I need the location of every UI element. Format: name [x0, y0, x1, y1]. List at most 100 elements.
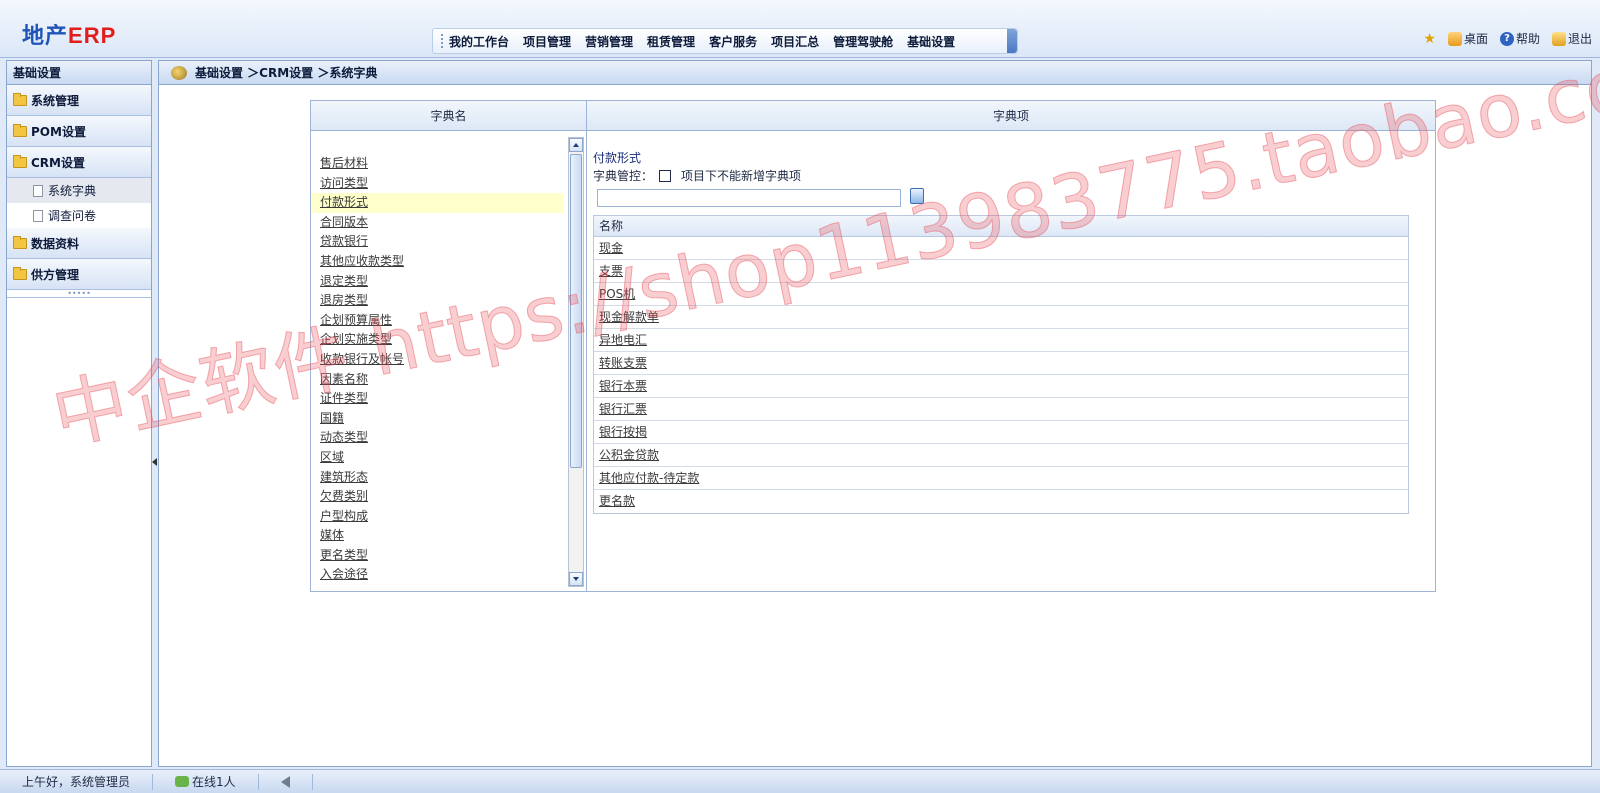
- add-item-icon[interactable]: [910, 188, 924, 204]
- status-greeting: 上午好，系统管理员: [22, 774, 131, 789]
- dictionary-name-item[interactable]: 户型构成: [311, 507, 563, 527]
- dictionary-name-item[interactable]: 售后材料: [311, 154, 563, 174]
- breadcrumb-text: 基础设置 ＞CRM设置 ＞系统字典: [195, 66, 378, 80]
- sidebar-resize-handle[interactable]: •••••: [7, 290, 151, 298]
- status-online-cell[interactable]: 在线1人: [153, 773, 259, 790]
- dictionary-name-item[interactable]: 其他应收款类型: [311, 252, 563, 272]
- sidebar-group-label: 系统管理: [31, 93, 80, 108]
- logo-text-en: ERP: [68, 23, 117, 48]
- dictionary-name-item[interactable]: 建筑形态: [311, 468, 563, 488]
- nav-project[interactable]: 项目管理: [523, 33, 571, 50]
- no-new-items-checkbox[interactable]: [659, 169, 672, 182]
- help-link-label: 帮助: [1515, 32, 1540, 46]
- chat-icon: [175, 776, 190, 787]
- table-row[interactable]: 其他应付款-待定款: [594, 467, 1408, 490]
- nav-customer-service[interactable]: 客户服务: [709, 33, 757, 50]
- help-link[interactable]: ? 帮助: [1499, 30, 1540, 47]
- list-scrollbar[interactable]: [568, 137, 584, 587]
- sidebar-title: 基础设置: [7, 61, 151, 85]
- status-greeting-cell: 上午好，系统管理员: [0, 773, 154, 790]
- table-row[interactable]: 银行汇票: [594, 398, 1408, 421]
- sidebar-group-data[interactable]: 数据资料: [7, 228, 151, 259]
- dictionary-name-item[interactable]: 企划实施类型: [311, 330, 563, 350]
- dictionary-name-column: 字典名 售后材料 访问类型 付款形式 合同版本 贷款银行 其他应收款类型 退定类型 退房类型企…: [311, 101, 587, 591]
- table-row[interactable]: 银行本票: [594, 375, 1408, 398]
- folder-icon: [13, 92, 27, 106]
- nav-basic-settings[interactable]: 基础设置: [907, 33, 955, 50]
- exit-link[interactable]: 退出: [1551, 30, 1592, 47]
- dictionary-name-item[interactable]: 贷款银行: [311, 232, 563, 252]
- table-row[interactable]: POS机: [594, 283, 1408, 306]
- dictionary-name-item[interactable]: 因素名称: [311, 370, 563, 390]
- favorite-link[interactable]: ★: [1423, 32, 1436, 46]
- breadcrumb: 基础设置 ＞CRM设置 ＞系统字典: [159, 61, 1591, 85]
- dictionary-name-item[interactable]: 区域: [311, 448, 563, 468]
- scroll-down-icon[interactable]: [569, 572, 583, 586]
- dictionary-name-item[interactable]: 欠费类别: [311, 487, 563, 507]
- dictionary-name-item[interactable]: 动态类型: [311, 428, 563, 448]
- dictionary-name-item[interactable]: 证件类型: [311, 389, 563, 409]
- dictionary-name-item[interactable]: 退房类型: [311, 291, 563, 311]
- sidebar-group-system[interactable]: 系统管理: [7, 85, 151, 116]
- sidebar-group-label: 供方管理: [31, 267, 80, 282]
- sidebar-group-label: CRM设置: [31, 155, 85, 170]
- nav-marketing[interactable]: 营销管理: [585, 33, 633, 50]
- sidebar-item-questionnaire[interactable]: 调查问卷: [7, 203, 151, 228]
- status-bar: 上午好，系统管理员 在线1人: [0, 769, 1600, 793]
- collapse-arrow-icon[interactable]: [152, 458, 157, 466]
- dictionary-name-item[interactable]: 访问类型: [311, 174, 563, 194]
- dictionary-name-item[interactable]: 合同版本: [311, 213, 563, 233]
- nav-leasing[interactable]: 租赁管理: [647, 33, 695, 50]
- dictionary-name-item[interactable]: 媒体: [311, 526, 563, 546]
- desktop-link-label: 桌面: [1463, 32, 1488, 46]
- no-new-items-label: 项目下不能新增字典项: [681, 169, 802, 183]
- table-row[interactable]: 更名款: [594, 490, 1408, 513]
- top-links: ★ 桌面 ? 帮助 退出: [1423, 30, 1592, 47]
- main-panel: 基础设置 ＞CRM设置 ＞系统字典 字典名 售后材料 访问类型 付款形式 合同版本 贷款…: [158, 60, 1592, 767]
- dictionary-items-table: 名称 现金 支票 POS机 现金解款单 异地电汇 转账支票 银行本票 银行汇票 银行按揭 公积金贷…: [593, 215, 1409, 514]
- dictionary-name-header: 字典名: [311, 101, 586, 131]
- sidebar-group-crm[interactable]: CRM设置: [7, 147, 151, 178]
- scroll-thumb[interactable]: [570, 154, 582, 468]
- selected-dictionary-title: 付款形式: [593, 151, 642, 165]
- sidebar: 基础设置 系统管理 POM设置 CRM设置 系统字典 调查问卷 数据资料 供方管…: [6, 60, 152, 767]
- dictionary-name-item[interactable]: 收款银行及帐号: [311, 350, 563, 370]
- dictionary-name-item[interactable]: 付款形式: [311, 193, 563, 213]
- table-row[interactable]: 银行按揭: [594, 421, 1408, 444]
- top-nav-bar: 我的工作台 项目管理 营销管理 租赁管理 客户服务 项目汇总 管理驾驶舱 基础设…: [432, 28, 1018, 54]
- sidebar-group-supplier[interactable]: 供方管理: [7, 259, 151, 290]
- home-icon: [1447, 31, 1462, 46]
- nav-end-cap: [1007, 29, 1017, 53]
- sidebar-item-system-dictionary[interactable]: 系统字典: [7, 178, 151, 203]
- dictionary-item-column: 字典项 付款形式 字典管控： 项目下不能新增字典项 名称 现金 支票 POS机 现金解…: [587, 101, 1435, 591]
- dictionary-name-item[interactable]: 退定类型: [311, 272, 563, 292]
- document-icon: [33, 209, 43, 222]
- table-row[interactable]: 支票: [594, 260, 1408, 283]
- scroll-up-icon[interactable]: [569, 138, 583, 152]
- table-row[interactable]: 异地电汇: [594, 329, 1408, 352]
- nav-grip: [441, 34, 443, 48]
- folder-icon: [13, 235, 27, 249]
- status-sound-cell[interactable]: [259, 773, 313, 790]
- sidebar-group-pom[interactable]: POM设置: [7, 116, 151, 147]
- dictionary-panel: 字典名 售后材料 访问类型 付款形式 合同版本 贷款银行 其他应收款类型 退定类型 退房类型企…: [310, 100, 1436, 592]
- table-row[interactable]: 公积金贷款: [594, 444, 1408, 467]
- dictionary-name-item[interactable]: 企划预算属性: [311, 311, 563, 331]
- sidebar-item-label: 调查问卷: [48, 209, 97, 223]
- table-row[interactable]: 现金: [594, 237, 1408, 260]
- new-item-input[interactable]: [597, 189, 901, 207]
- dictionary-name-item[interactable]: 国籍: [311, 409, 563, 429]
- exit-link-label: 退出: [1567, 32, 1592, 46]
- table-row[interactable]: 现金解款单: [594, 306, 1408, 329]
- desktop-link[interactable]: 桌面: [1447, 30, 1488, 47]
- status-online: 在线1人: [192, 774, 236, 789]
- table-row[interactable]: 转账支票: [594, 352, 1408, 375]
- dictionary-name-item[interactable]: 入会途径: [311, 565, 563, 585]
- list-top-spacer: [311, 132, 587, 154]
- nav-project-summary[interactable]: 项目汇总: [771, 33, 819, 50]
- nav-workbench[interactable]: 我的工作台: [449, 33, 509, 50]
- dictionary-name-item[interactable]: 更名类型: [311, 546, 563, 566]
- nav-cockpit[interactable]: 管理驾驶舱: [833, 33, 893, 50]
- logo-text-cn: 地产: [22, 24, 69, 49]
- app-header: 地产ERP 我的工作台 项目管理 营销管理 租赁管理 客户服务 项目汇总 管理驾…: [0, 0, 1600, 58]
